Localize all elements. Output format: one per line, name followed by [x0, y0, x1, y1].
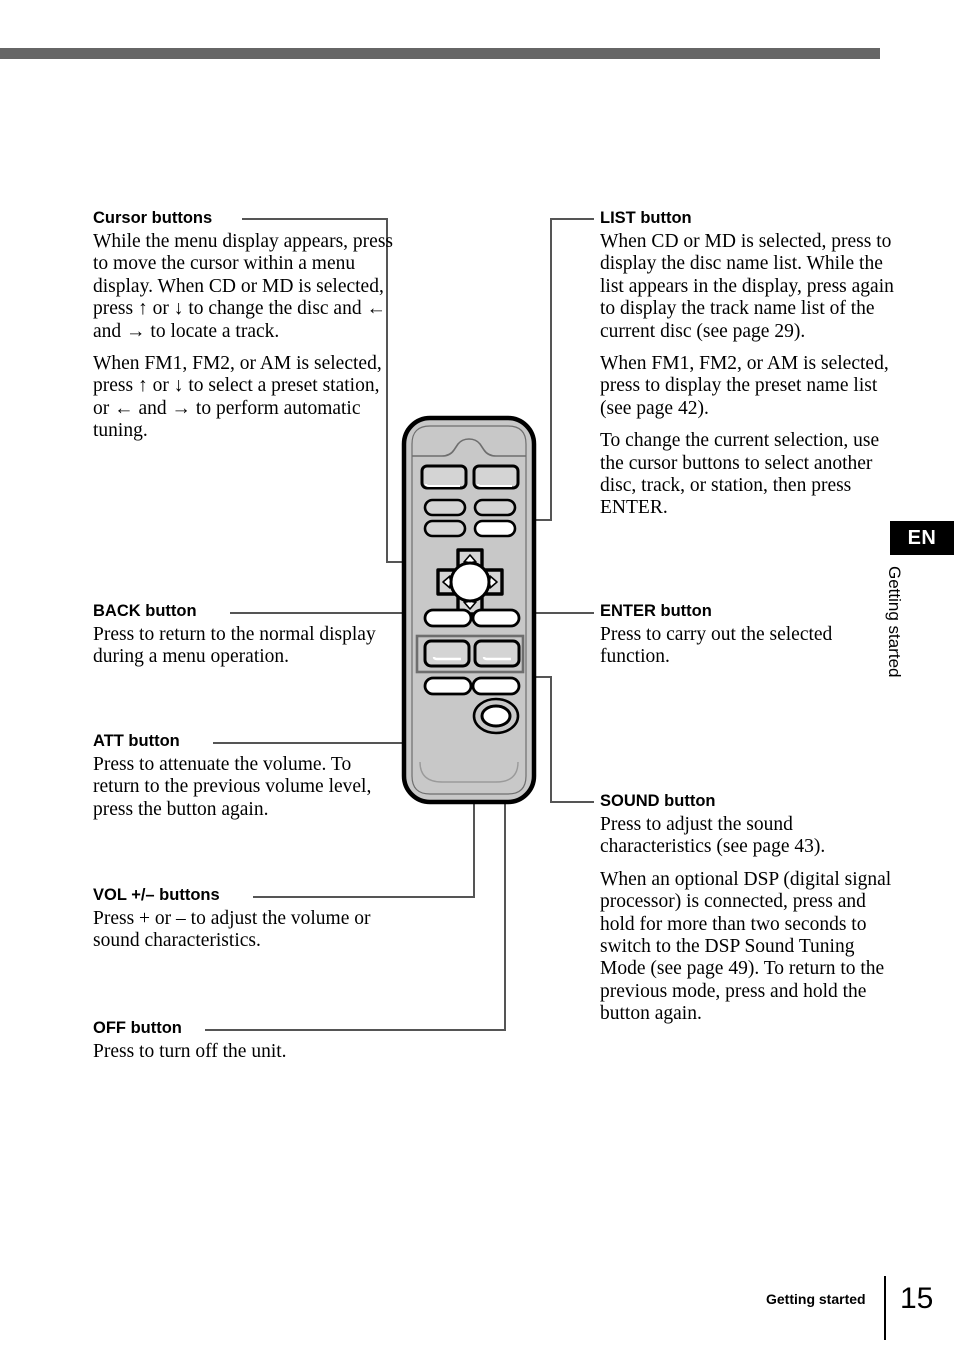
callout-paragraph: To change the current selection, use the… — [600, 430, 880, 519]
footer-section-label: Getting started — [766, 1291, 866, 1307]
callout-paragraph: When an optional DSP (digital signal pro… — [600, 868, 892, 1025]
callout-heading: ENTER button — [600, 602, 712, 620]
callout-off-button: OFF button Press to turn off the unit. — [93, 1018, 393, 1063]
callout-list-button: LIST button When CD or MD is selected, p… — [600, 208, 900, 520]
leader-sound-arm — [550, 801, 594, 803]
footer-divider — [884, 1276, 886, 1340]
callout-paragraph: Press + or – to adjust the volume or sou… — [93, 908, 371, 952]
leader-sound-vert — [550, 676, 552, 803]
callout-heading: VOL +/– buttons — [93, 886, 220, 904]
callout-att-button: ATT button Press to attenuate the volume… — [93, 731, 393, 821]
callout-paragraph: Press to attenuate the volume. To return… — [93, 754, 372, 820]
callout-heading: BACK button — [93, 602, 197, 620]
leader-list-vert — [550, 218, 552, 521]
header-rule — [0, 48, 880, 59]
callout-vol-buttons: VOL +/– buttons Press + or – to adjust t… — [93, 885, 393, 953]
callout-paragraph: While the menu display appears, press to… — [93, 231, 393, 342]
callout-paragraph: Press to return to the normal display du… — [93, 624, 376, 668]
callout-paragraph: When FM1, FM2, or AM is selected, press … — [93, 353, 382, 442]
callout-paragraph: Press to turn off the unit. — [93, 1041, 287, 1062]
remote-control-illustration — [401, 415, 537, 805]
callout-heading: OFF button — [93, 1019, 182, 1037]
callout-enter-button: ENTER button Press to carry out the sele… — [600, 601, 900, 669]
manual-page: EN Getting started Cursor buttons While … — [0, 0, 954, 1352]
callout-paragraph: Press to carry out the selected function… — [600, 624, 833, 668]
callout-back-button: BACK button Press to return to the norma… — [93, 601, 393, 669]
leader-list-top — [550, 218, 594, 220]
language-tab: EN — [890, 521, 954, 555]
callout-paragraph: Press to adjust the sound characteristic… — [600, 814, 826, 858]
callout-cursor-buttons: Cursor buttons While the menu display ap… — [93, 208, 393, 443]
callout-heading: LIST button — [600, 209, 692, 227]
callout-paragraph: When CD or MD is selected, press to disp… — [600, 231, 894, 342]
callout-sound-button: SOUND button Press to adjust the sound c… — [600, 791, 900, 1026]
callout-heading: SOUND button — [600, 792, 716, 810]
callout-paragraph: When FM1, FM2, or AM is selected, press … — [600, 353, 889, 419]
callout-heading: ATT button — [93, 732, 180, 750]
callout-heading: Cursor buttons — [93, 209, 213, 227]
page-number: 15 — [900, 1282, 934, 1315]
